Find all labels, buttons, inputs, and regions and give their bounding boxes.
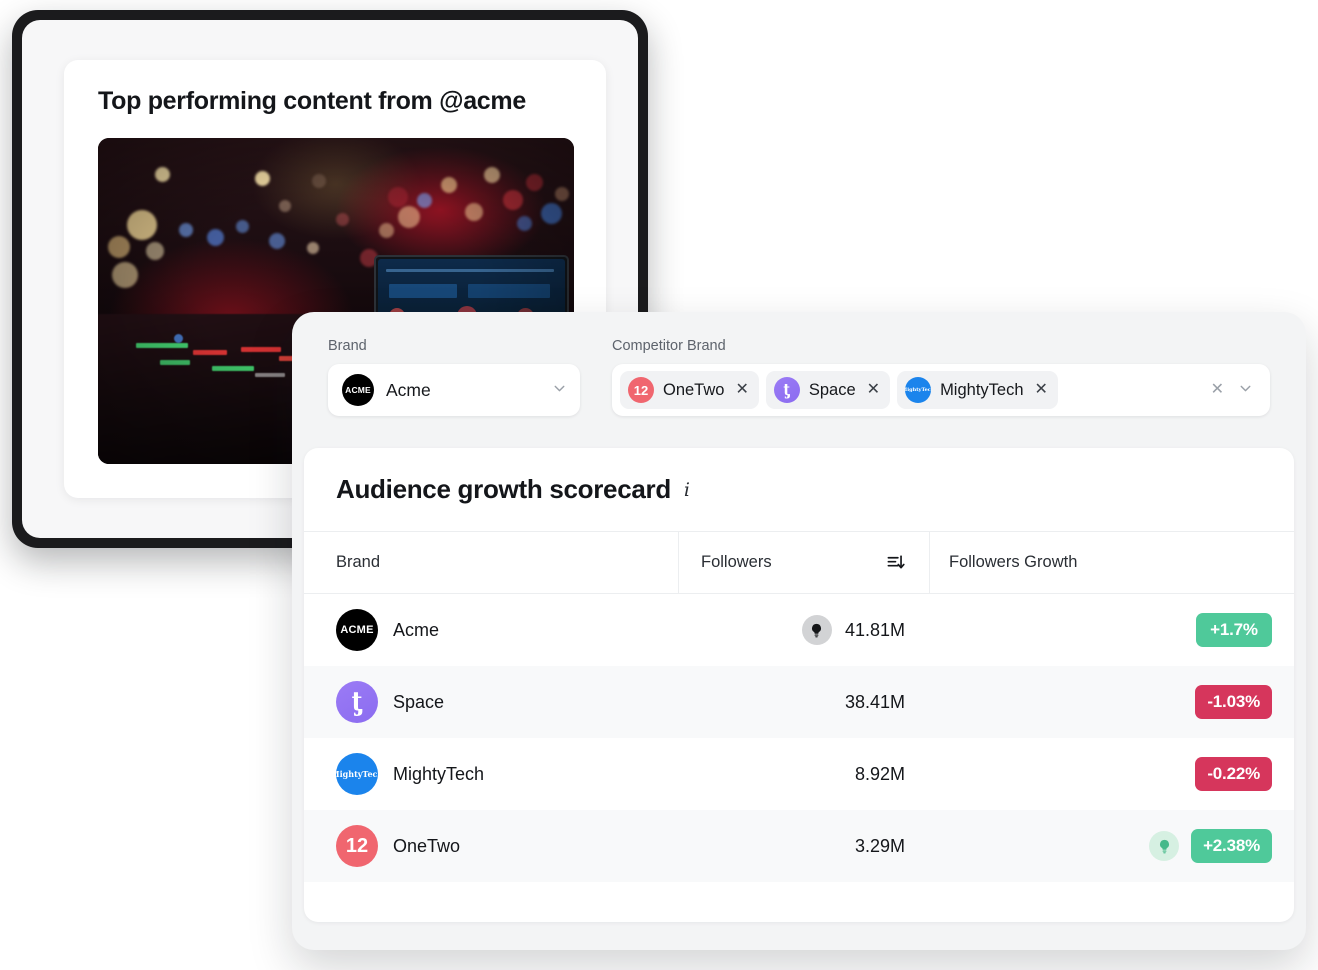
cell-followers-growth: -1.03%	[929, 666, 1294, 738]
table-header: Brand Followers Followers Growth	[304, 532, 1294, 594]
avatar: 12	[336, 825, 378, 867]
close-icon[interactable]: ✕	[865, 380, 881, 400]
status-badge: -0.22%	[1195, 757, 1272, 791]
scorecard-window: Brand ACME Acme Competitor Brand 12 OneT…	[292, 312, 1306, 950]
cell-brand: 12 OneTwo	[304, 810, 678, 882]
lightbulb-icon[interactable]	[1149, 831, 1180, 861]
close-icon[interactable]: ✕	[1211, 382, 1224, 398]
cell-followers-growth: +1.7%	[929, 594, 1294, 666]
status-badge: +2.38%	[1191, 829, 1272, 863]
cell-followers: 8.92M	[678, 738, 929, 810]
competitor-chip-onetwo[interactable]: 12 OneTwo ✕	[620, 371, 759, 409]
chip-label: MightyTech	[940, 380, 1024, 399]
competitor-filter-group: Competitor Brand 12 OneTwo ✕ ƫ Space ✕ i…	[612, 338, 1270, 416]
competitor-chip-space[interactable]: ƫ Space ✕	[765, 371, 891, 409]
brand-name: OneTwo	[393, 835, 461, 856]
brand-filter-group: Brand ACME Acme	[328, 338, 580, 416]
cell-followers: 41.81M	[678, 594, 929, 666]
avatar: MightyTech	[905, 377, 932, 403]
audience-growth-scorecard: Audience growth scorecard i Brand Follow…	[304, 448, 1294, 922]
chevron-down-icon[interactable]	[551, 380, 568, 401]
sort-descending-icon[interactable]	[886, 553, 905, 572]
brand-name: Space	[393, 691, 445, 712]
filter-bar: Brand ACME Acme Competitor Brand 12 OneT…	[304, 324, 1294, 448]
page-title: Top performing content from @acme	[98, 87, 526, 115]
cell-brand: ƫ Space	[304, 666, 678, 738]
competitor-multiselect[interactable]: 12 OneTwo ✕ ƫ Space ✕ ightyTec MightyTec…	[612, 364, 1270, 416]
brand-name: Acme	[393, 619, 440, 640]
chip-label: OneTwo	[663, 380, 725, 399]
brand-select-value: Acme	[386, 379, 431, 400]
scorecard-header: Audience growth scorecard i	[304, 448, 1294, 532]
scorecard-title: Audience growth scorecard	[336, 474, 671, 504]
cell-followers: 38.41M	[678, 666, 929, 738]
column-header-followers-growth[interactable]: Followers Growth	[929, 532, 1294, 593]
status-badge: -1.03%	[1195, 685, 1272, 719]
brand-select[interactable]: ACME Acme	[328, 364, 580, 416]
avatar: ƫ	[773, 377, 800, 403]
column-header-followers-label: Followers	[701, 553, 772, 571]
brand-name: MightyTech	[393, 763, 485, 784]
cell-followers-growth: -0.22%	[929, 738, 1294, 810]
competitor-chip-mightytech[interactable]: MightyTech MightyTech ✕	[897, 371, 1058, 409]
chip-label: Space	[808, 380, 856, 399]
info-icon[interactable]: i	[684, 479, 690, 501]
competitor-select-actions: ✕	[1201, 380, 1262, 401]
avatar: MightyTech	[336, 753, 378, 795]
table-body: ACME Acme 41.81M +1.7% ƫ Space 38.41M -1…	[304, 594, 1294, 882]
chevron-down-icon[interactable]	[1237, 380, 1254, 401]
competitor-chip-list: 12 OneTwo ✕ ƫ Space ✕ ightyTec MightyTec…	[620, 371, 1201, 409]
cell-brand: ACME Acme	[304, 594, 678, 666]
scorecard-table: Brand Followers Followers Growth ACME Ac…	[304, 532, 1294, 882]
cell-followers: 3.29M	[678, 810, 929, 882]
table-row[interactable]: ƫ Space 38.41M -1.03%	[304, 666, 1294, 738]
close-icon[interactable]: ✕	[733, 380, 749, 400]
avatar: ACME	[336, 609, 378, 651]
table-row[interactable]: MightyTech MightyTech 8.92M -0.22%	[304, 738, 1294, 810]
status-badge: +1.7%	[1196, 613, 1272, 647]
competitor-filter-label: Competitor Brand	[612, 338, 726, 354]
followers-value: 38.41M	[844, 691, 905, 712]
app-screenshot: Top performing content from @acme Brand …	[0, 0, 1318, 970]
table-row[interactable]: 12 OneTwo 3.29M +2.38%	[304, 810, 1294, 882]
avatar: 12	[628, 377, 654, 403]
close-icon[interactable]: ✕	[1033, 380, 1049, 400]
column-header-brand[interactable]: Brand	[304, 532, 678, 593]
avatar: ƫ	[336, 681, 378, 723]
cell-followers-growth: +2.38%	[929, 810, 1294, 882]
followers-value: 41.81M	[844, 619, 905, 640]
column-header-followers[interactable]: Followers	[678, 532, 929, 593]
followers-value: 8.92M	[854, 763, 905, 784]
brand-filter-label: Brand	[328, 338, 367, 354]
followers-value: 3.29M	[854, 835, 905, 856]
table-row[interactable]: ACME Acme 41.81M +1.7%	[304, 594, 1294, 666]
lightbulb-icon[interactable]	[801, 615, 832, 645]
cell-brand: MightyTech MightyTech	[304, 738, 678, 810]
avatar: ACME	[342, 374, 374, 406]
